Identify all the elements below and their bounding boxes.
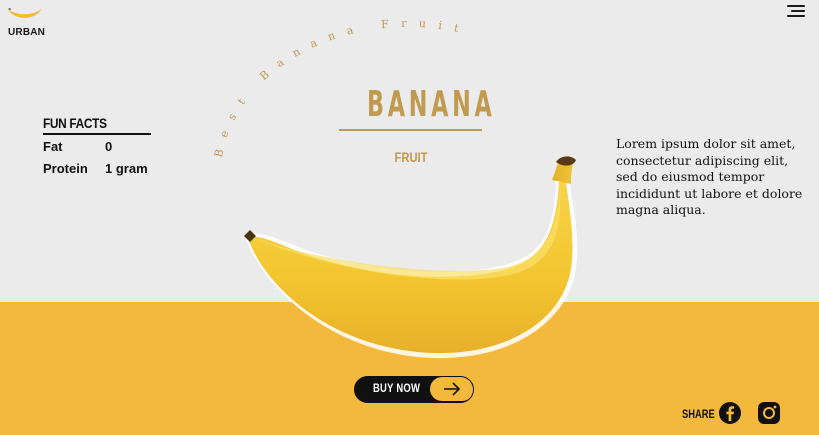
fun-facts-panel: FUN FACTS Fat 0 Protein 1 gram xyxy=(43,115,153,179)
fact-label: Protein xyxy=(43,161,88,176)
title-underline xyxy=(339,129,482,131)
buy-now-button[interactable]: BUY NOW xyxy=(354,376,474,403)
product-description: Lorem ipsum dolor sit amet, consectetur … xyxy=(616,136,803,217)
brand-name: URBAN xyxy=(8,27,46,38)
fact-value: 1 gram xyxy=(105,161,148,176)
buy-now-label: BUY NOW xyxy=(373,383,421,395)
fact-row-fat: Fat 0 xyxy=(43,135,153,157)
page-title: BANANA xyxy=(366,84,496,125)
fact-row-protein: Protein 1 gram xyxy=(43,157,153,179)
fun-facts-title: FUN FACTS xyxy=(43,115,107,131)
fact-label: Fat xyxy=(43,139,63,154)
facebook-icon[interactable] xyxy=(718,401,742,425)
instagram-icon[interactable] xyxy=(757,401,781,425)
banana-image xyxy=(244,156,578,359)
fact-value: 0 xyxy=(105,139,113,154)
share-label: SHARE xyxy=(682,407,715,421)
hamburger-menu-icon[interactable] xyxy=(785,3,805,19)
banana-logo-icon xyxy=(8,8,42,18)
arrow-right-icon xyxy=(444,382,461,396)
brand[interactable]: URBAN xyxy=(7,6,47,38)
buy-now-arrow xyxy=(430,377,473,401)
